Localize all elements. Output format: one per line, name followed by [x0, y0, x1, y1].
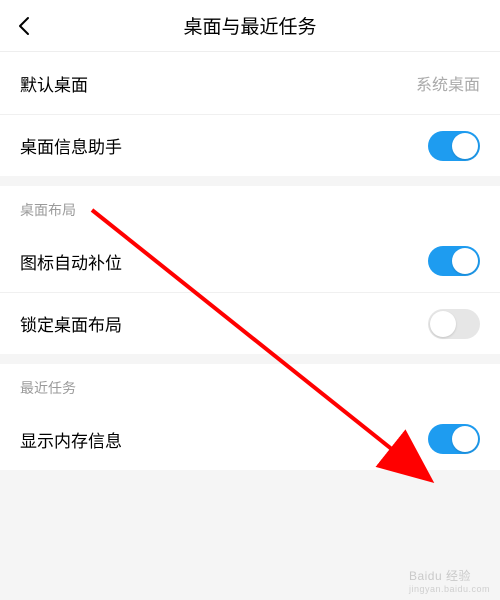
header-bar: 桌面与最近任务 [0, 0, 500, 52]
page-title: 桌面与最近任务 [183, 12, 316, 39]
watermark-url: jingyan.baidu.com [409, 584, 490, 594]
chevron-left-icon [18, 16, 30, 36]
row-auto-fill-icons: 图标自动补位 [0, 230, 500, 292]
row-label: 默认桌面 [20, 71, 88, 96]
section-gap [0, 354, 500, 364]
group-general: 默认桌面 系统桌面 桌面信息助手 [0, 52, 500, 176]
row-value: 系统桌面 [416, 71, 480, 95]
toggle-knob-icon [452, 248, 478, 274]
toggle-auto-fill-icons[interactable] [428, 246, 480, 276]
toggle-lock-layout[interactable] [428, 309, 480, 339]
row-label: 锁定桌面布局 [20, 311, 122, 336]
row-show-memory-info: 显示内存信息 [0, 408, 500, 470]
section-header-recents: 最近任务 [0, 364, 500, 408]
back-button[interactable] [0, 0, 48, 52]
row-desktop-info-assistant: 桌面信息助手 [0, 114, 500, 176]
row-default-launcher[interactable]: 默认桌面 系统桌面 [0, 52, 500, 114]
section-gap [0, 176, 500, 186]
row-label: 图标自动补位 [20, 249, 122, 274]
group-layout: 图标自动补位 锁定桌面布局 [0, 230, 500, 354]
section-header-layout: 桌面布局 [0, 186, 500, 230]
row-label: 显示内存信息 [20, 427, 122, 452]
toggle-knob-icon [452, 133, 478, 159]
toggle-show-memory-info[interactable] [428, 424, 480, 454]
row-lock-layout: 锁定桌面布局 [0, 292, 500, 354]
toggle-knob-icon [430, 311, 456, 337]
toggle-knob-icon [452, 426, 478, 452]
watermark-brand: Baidu 经验 [409, 569, 471, 583]
toggle-desktop-info-assistant[interactable] [428, 131, 480, 161]
watermark: Baidu 经验 jingyan.baidu.com [409, 567, 490, 594]
row-label: 桌面信息助手 [20, 133, 122, 158]
group-recents: 显示内存信息 [0, 408, 500, 470]
